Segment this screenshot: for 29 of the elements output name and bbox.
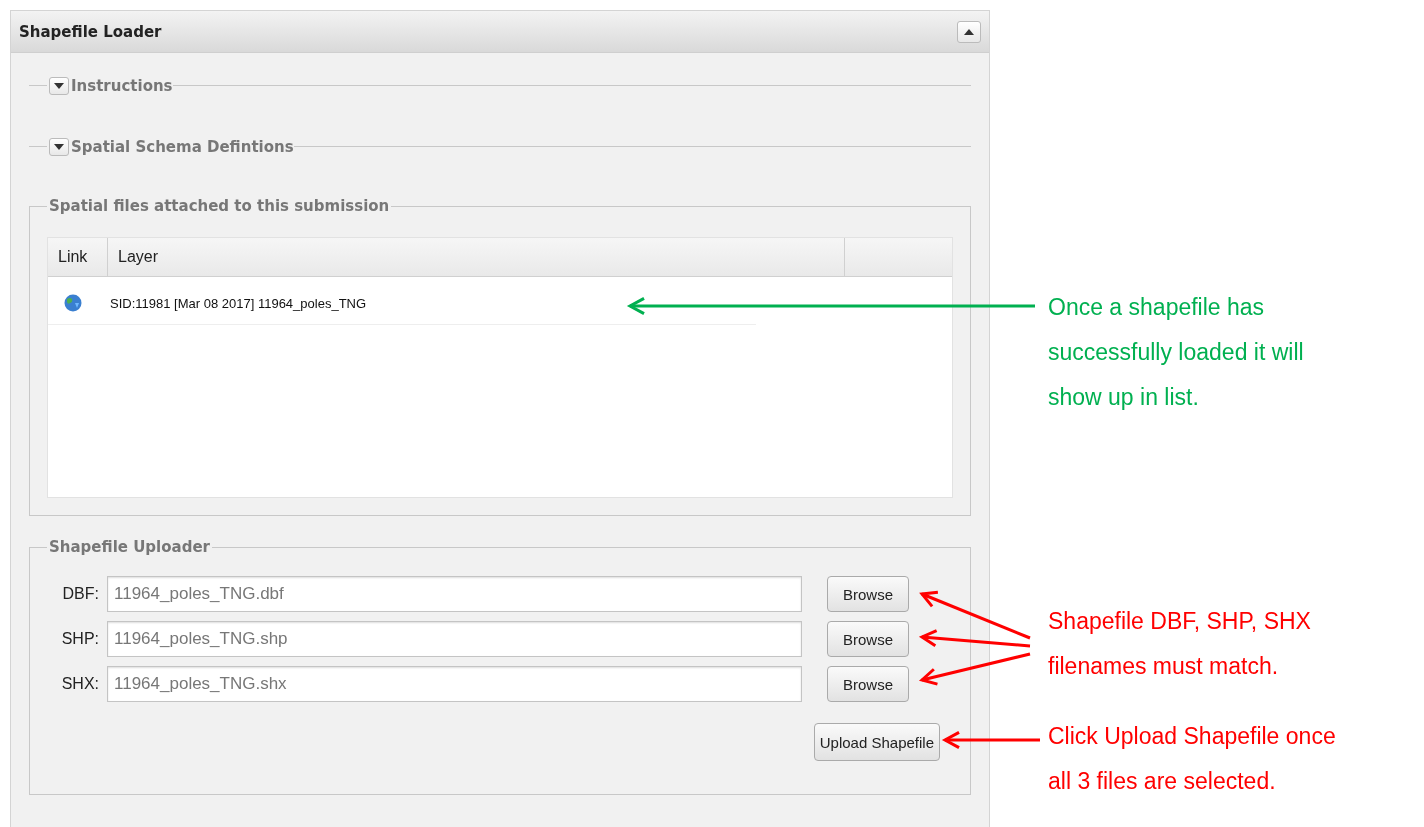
file-field[interactable]: 11964_poles_TNG.shp — [107, 621, 802, 657]
section-title[interactable]: Spatial Schema Defintions — [71, 137, 294, 156]
panel-title: Shapefile Loader — [19, 22, 162, 41]
upload-button[interactable]: Upload Shapefile — [813, 723, 940, 761]
column-header[interactable]: Link — [48, 238, 108, 276]
layer-name: SID:11981 [Mar 08 2017] 11964_poles_TNG — [110, 295, 367, 311]
file-field[interactable]: 11964_poles_TNG.dbf — [107, 576, 802, 612]
collapse-button[interactable] — [957, 20, 981, 43]
annotation-text: Shapefile DBF, SHP, SHX filenames must match. — [1048, 607, 1312, 681]
file-field[interactable]: 11964_poles_TNG.shx — [107, 666, 802, 702]
column-header[interactable]: Layer — [108, 238, 845, 276]
browse-button[interactable]: Browse — [827, 621, 909, 657]
expand-toggle[interactable] — [49, 76, 69, 95]
caret-up-icon — [964, 28, 974, 35]
browse-button[interactable]: Browse — [827, 576, 909, 612]
browse-button[interactable]: Browse — [827, 666, 909, 702]
field-label: SHP: — [60, 630, 99, 648]
section-title[interactable]: Instructions — [71, 76, 173, 95]
caret-down-icon — [54, 143, 64, 150]
field-label: SHX: — [60, 675, 99, 693]
annotation-text: Click Upload Shapefile once all 3 files are selected. — [1048, 722, 1337, 796]
expand-toggle[interactable] — [49, 137, 69, 156]
field-label: DBF: — [61, 585, 99, 603]
grid-row[interactable]: SID:11981 [Mar 08 2017] 11964_poles_TNG — [48, 282, 756, 325]
caret-down-icon — [54, 82, 64, 89]
globe-icon[interactable] — [64, 294, 82, 312]
group-title: Spatial files attached to this submission — [48, 197, 391, 215]
group-title: Shapefile Uploader — [48, 538, 211, 556]
annotation-text: Once a shapefile has successfully loaded it will show up in list. — [1048, 293, 1305, 412]
